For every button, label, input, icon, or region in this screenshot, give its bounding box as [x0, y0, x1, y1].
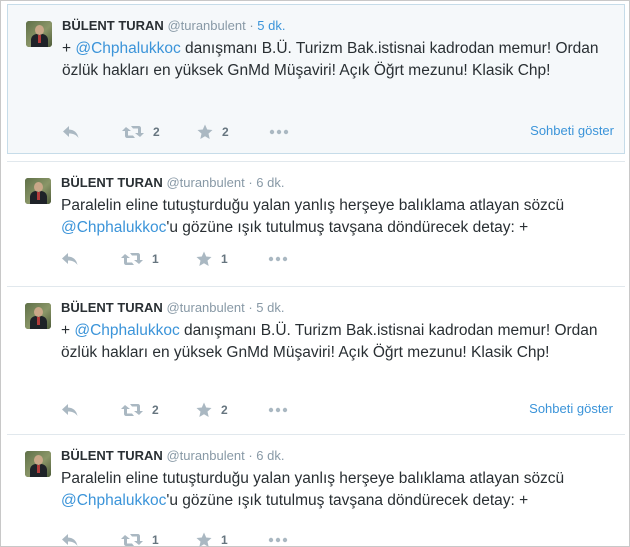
retweet-button[interactable]: 2 [122, 123, 160, 141]
timestamp[interactable]: 6 dk. [256, 175, 284, 190]
tweet-header: BÜLENT TURAN @turanbulent · 5 dk. [61, 300, 284, 315]
mention-link[interactable]: @Chphalukkoc [61, 492, 166, 509]
favorite-count: 2 [221, 403, 228, 417]
reply-button[interactable] [62, 123, 80, 141]
timestamp[interactable]: 6 dk. [256, 448, 284, 463]
timeline: BÜLENT TURAN @turanbulent · 5 dk. + @Chp… [0, 0, 630, 547]
reply-icon [62, 404, 78, 416]
more-button[interactable] [268, 531, 288, 547]
retweet-icon [121, 253, 143, 265]
avatar[interactable] [25, 303, 51, 329]
tweet[interactable]: BÜLENT TURAN @turanbulent · 6 dk. Parale… [7, 161, 625, 283]
tweet-text-part: + [61, 322, 75, 339]
user-handle[interactable]: @turanbulent [166, 448, 244, 463]
timestamp[interactable]: 5 dk. [257, 18, 285, 33]
reply-button[interactable] [61, 250, 79, 268]
favorite-button[interactable]: 2 [197, 123, 229, 141]
user-handle[interactable]: @turanbulent [166, 300, 244, 315]
separator: · [248, 300, 253, 315]
star-icon [196, 402, 212, 417]
tweet-text-part: + [62, 40, 76, 57]
tweet-actions: 2 2 Sohbeti göster [61, 401, 621, 419]
retweet-count: 1 [152, 252, 159, 266]
reply-icon [63, 126, 79, 138]
tweet-text-part: Paralelin eline tutuşturduğu yalan yanlı… [61, 197, 565, 214]
retweet-icon [121, 534, 143, 546]
retweet-button[interactable]: 1 [121, 531, 159, 547]
star-icon [197, 124, 213, 139]
retweet-button[interactable]: 2 [121, 401, 159, 419]
tweet[interactable]: BÜLENT TURAN @turanbulent · 5 dk. + @Chp… [7, 4, 625, 154]
tweet-actions: 2 2 Sohbeti göster [62, 123, 622, 141]
more-icon [268, 537, 288, 543]
reply-icon [62, 253, 78, 265]
star-icon [196, 251, 212, 266]
more-button[interactable] [268, 401, 288, 419]
show-conversation-link[interactable]: Sohbeti göster [529, 401, 613, 416]
more-button[interactable] [268, 250, 288, 268]
tweet-text-part: 'u gözüne ışık tutulmuş tavşana döndürec… [166, 492, 529, 509]
mention-link[interactable]: @Chphalukkoc [74, 322, 179, 339]
favorite-button[interactable]: 1 [196, 250, 228, 268]
mention-link[interactable]: @Chphalukkoc [61, 219, 166, 236]
tweet-text: + @Chphalukkoc danışmanı B.Ü. Turizm Bak… [61, 320, 621, 364]
favorite-count: 2 [222, 125, 229, 139]
tweet[interactable]: BÜLENT TURAN @turanbulent · 5 dk. + @Chp… [7, 286, 625, 431]
avatar[interactable] [25, 451, 51, 477]
user-name[interactable]: BÜLENT TURAN [61, 300, 163, 315]
tweet-text-part: 'u gözüne ışık tutulmuş tavşana döndürec… [166, 219, 529, 236]
reply-button[interactable] [61, 531, 79, 547]
more-icon [269, 129, 289, 135]
retweet-icon [121, 404, 143, 416]
tweet-text: + @Chphalukkoc danışmanı B.Ü. Turizm Bak… [62, 38, 622, 82]
retweet-count: 2 [152, 403, 159, 417]
separator: · [248, 175, 253, 190]
retweet-button[interactable]: 1 [121, 250, 159, 268]
user-handle[interactable]: @turanbulent [167, 18, 245, 33]
favorite-count: 1 [221, 252, 228, 266]
show-conversation-link[interactable]: Sohbeti göster [530, 123, 614, 138]
retweet-icon [122, 126, 144, 138]
user-name[interactable]: BÜLENT TURAN [61, 448, 163, 463]
tweet-header: BÜLENT TURAN @turanbulent · 5 dk. [62, 18, 285, 33]
user-name[interactable]: BÜLENT TURAN [62, 18, 164, 33]
tweet[interactable]: BÜLENT TURAN @turanbulent · 6 dk. Parale… [7, 434, 625, 547]
tweet-header: BÜLENT TURAN @turanbulent · 6 dk. [61, 448, 284, 463]
favorite-button[interactable]: 1 [196, 531, 228, 547]
favorite-count: 1 [221, 533, 228, 547]
tweet-text: Paralelin eline tutuşturduğu yalan yanlı… [61, 468, 621, 512]
retweet-count: 1 [152, 533, 159, 547]
avatar[interactable] [26, 21, 52, 47]
tweet-text: Paralelin eline tutuşturduğu yalan yanlı… [61, 195, 621, 239]
tweet-actions: 1 1 [61, 531, 621, 547]
star-icon [196, 532, 212, 547]
mention-link[interactable]: @Chphalukkoc [75, 40, 180, 57]
timestamp[interactable]: 5 dk. [256, 300, 284, 315]
more-icon [268, 256, 288, 262]
user-handle[interactable]: @turanbulent [166, 175, 244, 190]
more-button[interactable] [269, 123, 289, 141]
retweet-count: 2 [153, 125, 160, 139]
reply-icon [62, 534, 78, 546]
tweet-header: BÜLENT TURAN @turanbulent · 6 dk. [61, 175, 284, 190]
tweet-text-part: Paralelin eline tutuşturduğu yalan yanlı… [61, 470, 565, 487]
user-name[interactable]: BÜLENT TURAN [61, 175, 163, 190]
reply-button[interactable] [61, 401, 79, 419]
separator: · [248, 448, 253, 463]
tweet-actions: 1 1 [61, 250, 621, 268]
favorite-button[interactable]: 2 [196, 401, 228, 419]
avatar[interactable] [25, 178, 51, 204]
separator: · [249, 18, 254, 33]
more-icon [268, 407, 288, 413]
